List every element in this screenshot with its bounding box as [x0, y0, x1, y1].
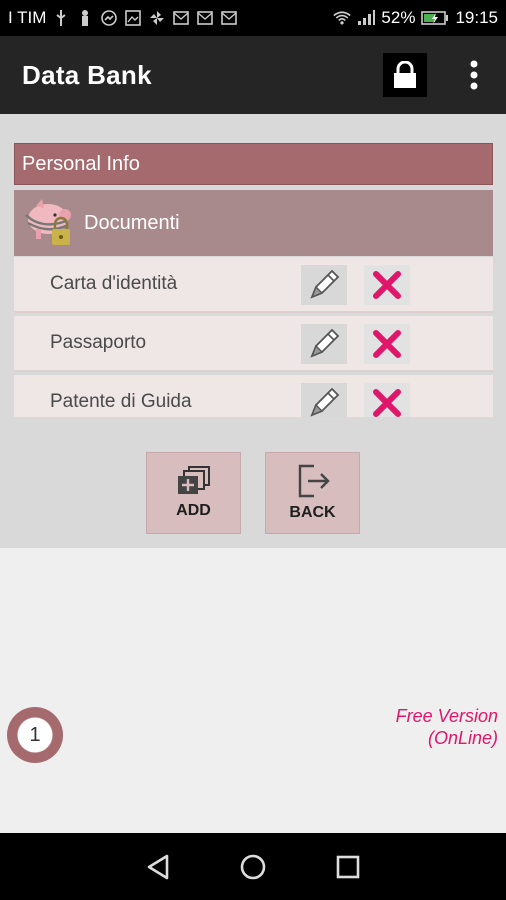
- lock-icon: [394, 61, 416, 88]
- section-title: Personal Info: [22, 152, 140, 175]
- battery-percentage: 52%: [381, 8, 416, 27]
- item-label: Patente di Guida: [50, 391, 192, 412]
- messenger-icon: [100, 9, 118, 27]
- system-nav-bar: [0, 833, 506, 900]
- exit-icon: [298, 464, 330, 498]
- battery-charging-icon: [421, 9, 449, 27]
- circle-home-icon: [240, 854, 266, 879]
- back-button-label: BACK: [289, 504, 336, 521]
- signal-icon: [357, 9, 376, 27]
- close-icon: [373, 389, 401, 417]
- item-label: Passaporto: [50, 332, 147, 353]
- clock: 19:15: [455, 8, 498, 27]
- edit-button[interactable]: [301, 265, 347, 305]
- nav-back-button[interactable]: [138, 847, 178, 887]
- list-item[interactable]: Carta d'identità: [14, 257, 493, 313]
- app-title: Data Bank: [22, 59, 152, 90]
- edit-button[interactable]: [301, 324, 347, 364]
- category-label: Documenti: [84, 211, 180, 234]
- delete-button[interactable]: [364, 383, 410, 417]
- overflow-menu-button[interactable]: [464, 56, 484, 94]
- carrier-label: I TIM: [8, 8, 47, 27]
- version-label: Free Version (OnLine): [396, 705, 498, 749]
- documents-list: Carta d'identità Passaporto Patente di G…: [14, 257, 493, 417]
- edit-button[interactable]: [301, 383, 347, 417]
- app-bar: Data Bank: [0, 36, 506, 114]
- add-button[interactable]: ADD: [146, 452, 241, 534]
- lock-button[interactable]: [383, 53, 427, 97]
- close-icon: [373, 330, 401, 358]
- category-row-documenti[interactable]: Documenti: [14, 190, 493, 256]
- mail-icon: [220, 9, 238, 27]
- wifi-icon: [333, 9, 352, 27]
- status-bar: I TIM 52% 19:15: [0, 0, 506, 36]
- person-icon: [76, 9, 94, 27]
- back-button[interactable]: BACK: [265, 452, 360, 534]
- add-copy-icon: [177, 466, 210, 494]
- pencil-icon: [310, 387, 340, 417]
- more-vert-icon: [470, 60, 478, 90]
- add-button-label: ADD: [176, 502, 211, 519]
- section-header: Personal Info: [14, 143, 493, 185]
- triangle-back-icon: [147, 854, 168, 879]
- mail-icon: [196, 9, 214, 27]
- list-item[interactable]: Patente di Guida: [14, 375, 493, 417]
- pinwheel-icon: [148, 9, 166, 27]
- nav-home-button[interactable]: [233, 847, 273, 887]
- square-recents-icon: [337, 855, 360, 878]
- version-line-2: (OnLine): [427, 728, 498, 748]
- close-icon: [373, 271, 401, 299]
- content-panel: Personal Info Documenti Carta d'identità: [0, 114, 506, 548]
- piggy-bank-lock-icon: [25, 199, 71, 245]
- usb-icon: [52, 9, 70, 27]
- item-label: Carta d'identità: [50, 273, 178, 294]
- image-icon: [124, 9, 142, 27]
- nav-recents-button[interactable]: [328, 847, 368, 887]
- delete-button[interactable]: [364, 324, 410, 364]
- pencil-icon: [310, 269, 340, 299]
- list-item[interactable]: Passaporto: [14, 316, 493, 372]
- delete-button[interactable]: [364, 265, 410, 305]
- pencil-icon: [310, 328, 340, 358]
- count-value: 1: [29, 723, 41, 746]
- count-badge: 1: [7, 707, 63, 763]
- mail-icon: [172, 9, 190, 27]
- version-line-1: Free Version: [395, 706, 498, 726]
